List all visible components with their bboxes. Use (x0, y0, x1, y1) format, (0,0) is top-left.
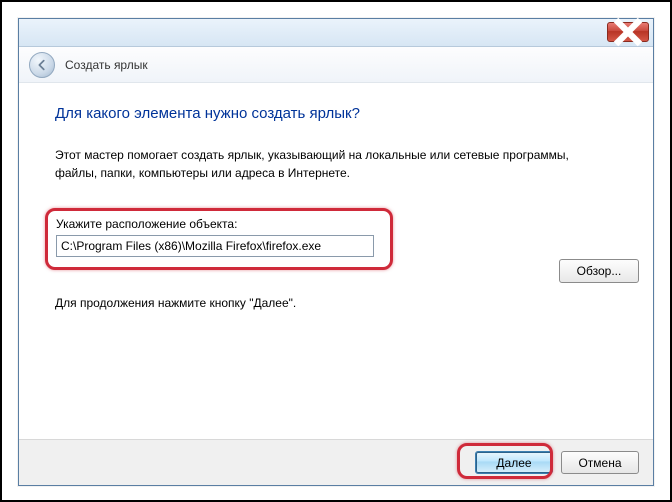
screenshot-frame: Создать ярлык Для какого элемента нужно … (0, 0, 672, 502)
header-title: Создать ярлык (65, 58, 148, 72)
continue-hint: Для продолжения нажмите кнопку "Далее". (55, 296, 617, 310)
browse-button[interactable]: Обзор... (559, 259, 639, 283)
wizard-dialog: Создать ярлык Для какого элемента нужно … (18, 18, 654, 486)
location-label: Укажите расположение объекта: (56, 217, 382, 231)
back-button[interactable] (29, 52, 55, 78)
content-area: Для какого элемента нужно создать ярлык?… (19, 83, 653, 310)
location-highlight: Укажите расположение объекта: (45, 208, 393, 270)
close-button[interactable] (607, 22, 649, 42)
location-row (56, 235, 382, 257)
location-input[interactable] (56, 235, 374, 257)
dialog-header: Создать ярлык (19, 47, 653, 83)
cancel-button[interactable]: Отмена (561, 451, 639, 474)
description-text: Этот мастер помогает создать ярлык, указ… (55, 146, 575, 182)
next-button[interactable]: Далее (475, 451, 553, 474)
page-heading: Для какого элемента нужно создать ярлык? (55, 105, 617, 122)
dialog-footer: Далее Отмена (19, 439, 653, 485)
titlebar (19, 19, 653, 47)
close-icon (608, 12, 648, 52)
back-arrow-icon (35, 58, 49, 72)
